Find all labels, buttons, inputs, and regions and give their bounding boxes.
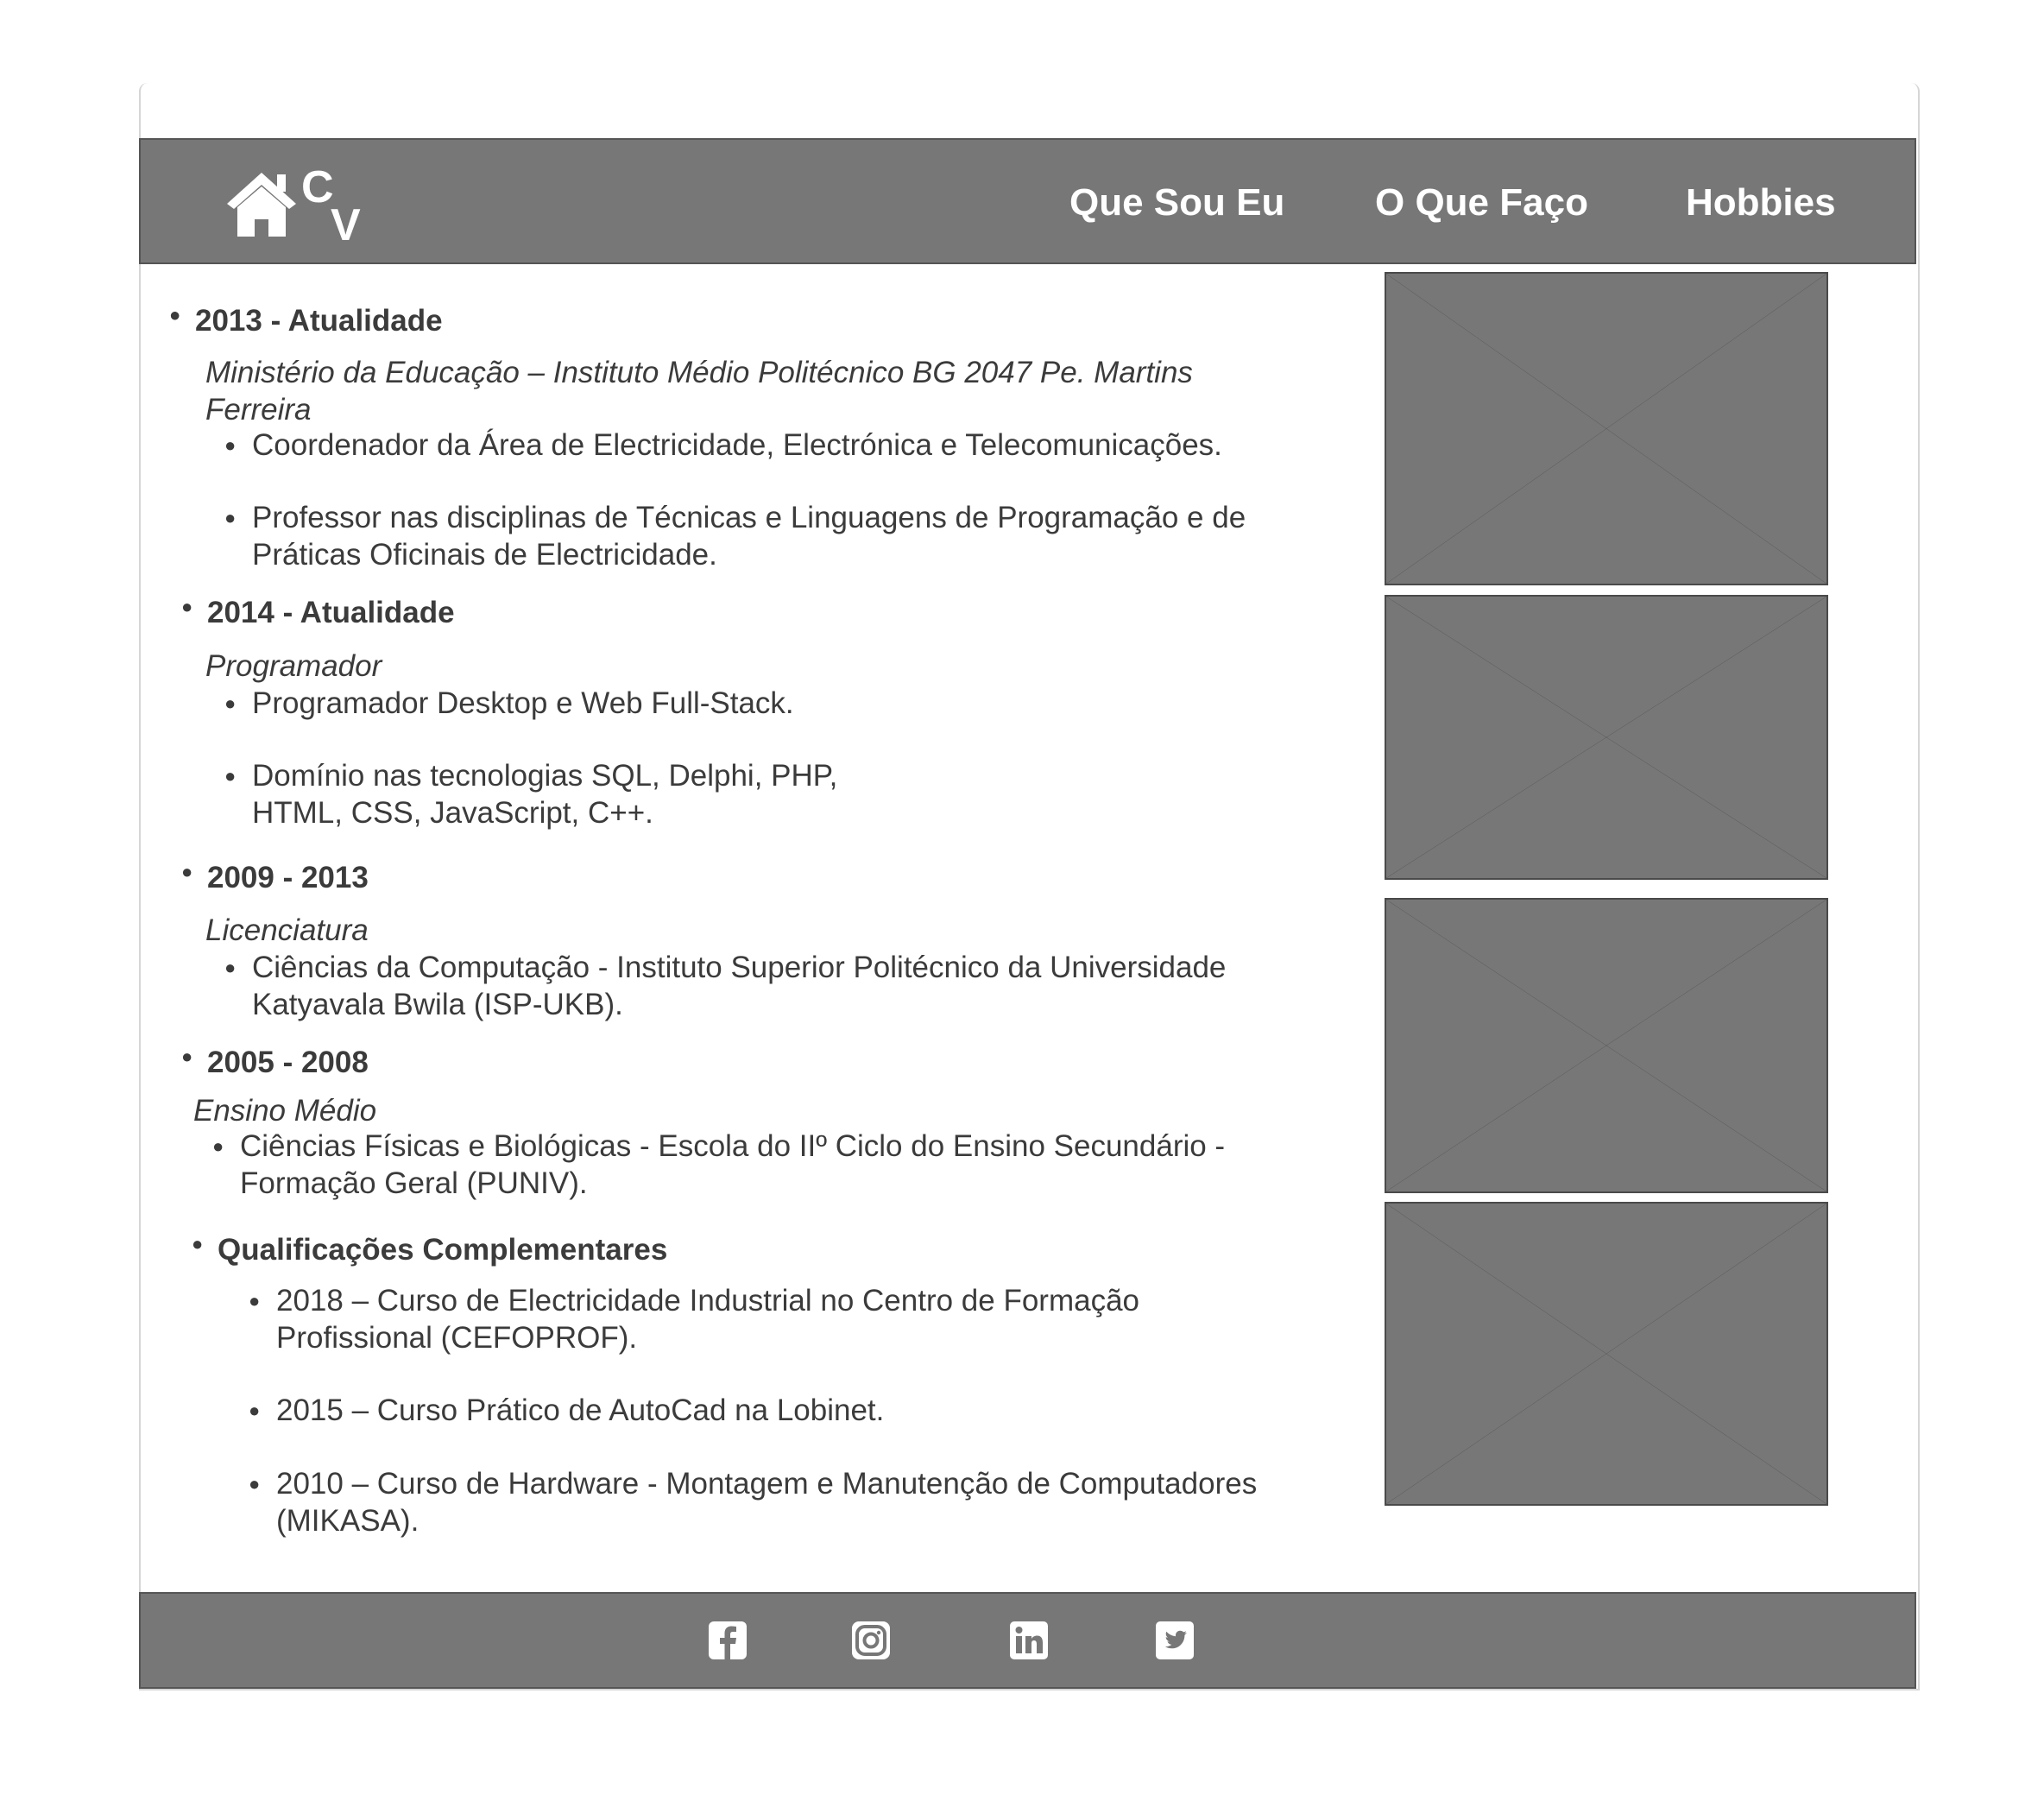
nav-link-que-sou-eu[interactable]: Que Sou Eu bbox=[1069, 181, 1284, 224]
entry-subtitle: Ensino Médio bbox=[193, 1094, 377, 1128]
home-cv-logo[interactable]: C V bbox=[224, 166, 370, 243]
entry-subtitle: Licenciatura bbox=[205, 913, 369, 947]
image-placeholder bbox=[1385, 595, 1828, 880]
image-placeholder bbox=[1385, 1202, 1828, 1506]
entry-subtitle: Ministério da Educação – Instituto Médio… bbox=[205, 356, 1193, 427]
svg-text:V: V bbox=[331, 200, 361, 243]
facebook-icon[interactable] bbox=[707, 1620, 748, 1661]
entry-subtitle: Programador bbox=[205, 649, 382, 683]
home-icon bbox=[227, 173, 296, 237]
svg-text:C: C bbox=[301, 166, 334, 212]
image-placeholder bbox=[1385, 272, 1828, 585]
nav-link-hobbies[interactable]: Hobbies bbox=[1686, 181, 1836, 224]
twitter-icon[interactable] bbox=[1154, 1620, 1195, 1661]
nav-link-o-que-faco[interactable]: O Que Faço bbox=[1375, 181, 1588, 224]
instagram-icon[interactable] bbox=[850, 1620, 892, 1661]
linkedin-icon[interactable] bbox=[1008, 1620, 1050, 1661]
image-placeholder bbox=[1385, 898, 1828, 1193]
site-header: C V Que Sou Eu O Que Faço Hobbies bbox=[139, 138, 1916, 264]
site-footer bbox=[139, 1592, 1916, 1689]
